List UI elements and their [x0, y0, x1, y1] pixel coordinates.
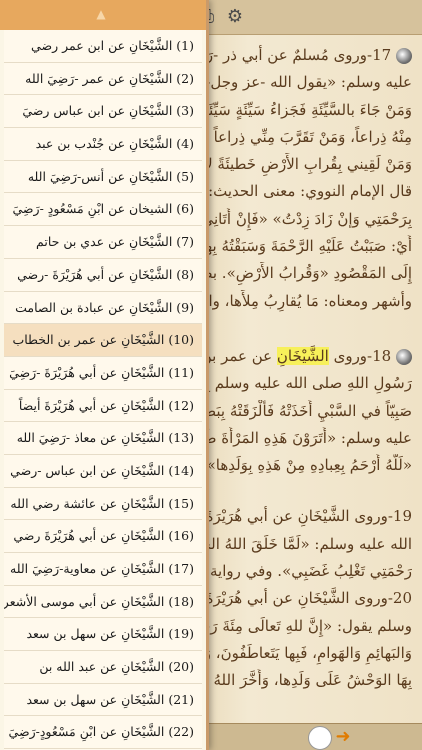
chevron-up-icon[interactable]: ▲	[92, 8, 110, 20]
list-item[interactable]: (11) الشَّيْخَانِ عن أبي هُرَيْرَةَ -رَض…	[4, 357, 202, 390]
list-item[interactable]: (15) الشَّيْخَانِ عن عائشة رضي الله	[4, 488, 202, 521]
list-item-label: (2) الشَّيْخَانِ عن عمر -رَضِيَ الله	[25, 70, 194, 86]
text-line: وأشهر ومعناه: مَا يُقارِبُ مِلأَها، والل…	[190, 291, 412, 310]
hadith-17: 17-وروى مُسلمٌ عن أبي ذر -رَضِ عليه وسلم…	[190, 44, 412, 313]
list-item[interactable]: (17) الشَّيْخَانِ عن معاوية-رَضِيَ الله	[4, 553, 202, 586]
text-line: بِهَا الوَحْشُ عَلَى وَلَدِها، وَأَخَّرَ…	[213, 671, 412, 690]
text-line: «لَلّهُ أَرْحَمُ بِعِبادِهِ مِنْ هَذِهِ …	[201, 456, 412, 475]
list-item[interactable]: (8) الشَّيْخَانِ عن أبي هُرَيْرَةَ -رضي	[4, 259, 202, 292]
list-item[interactable]: (18) الشَّيْخَانِ عن أبي موسى الأشعري	[4, 586, 202, 619]
list-item[interactable]: (20) الشَّيْخَانِ عن عبد الله بن	[4, 651, 202, 684]
text-line: وَالبَهائِمِ وَالهَوامِ، فَبِها يَتَعاطَ…	[190, 643, 412, 662]
text-line: وَمَنْ جَاءَ بالسَّيِّئَةِ فَجَزاءُ سَيِ…	[190, 100, 412, 119]
list-item-label: (10) الشَّيْخَانِ عن عمر بن الخطاب	[12, 332, 194, 348]
list-item-label: (6) الشيخان عن ابْنِ مَسْعُودٍ -رَضِيَ	[12, 201, 194, 217]
arrow-right-icon[interactable]: ➜	[332, 726, 354, 748]
audio-icon[interactable]	[396, 48, 412, 64]
list-item[interactable]: (12) الشَّيْخَانِ عن أبي هُرَيْرَةَ أيضا…	[4, 390, 202, 423]
list-item-label: (5) الشَّيْخَانِ عن أنس-رَضِيَ الله	[27, 168, 194, 184]
list-item[interactable]: (16) الشَّيْخَانِ عن أبي هُرَيْرَةَ رضي	[4, 520, 202, 553]
text-line: رَحْمَتِي تَغْلِبُ غَضَبِي». وفي رواية: …	[190, 562, 412, 581]
list-item-label: (15) الشَّيْخَانِ عن عائشة رضي الله	[10, 495, 194, 511]
list-item-label: (22) الشَّيْخَانِ عن ابْنِ مَسْعُودٍ-رَض…	[8, 724, 194, 740]
list-item-label: (13) الشَّيْخَانِ عن معاذ -رَضِيَ الله	[16, 430, 194, 446]
panel-header: ▲	[0, 0, 206, 30]
list-item-label: (11) الشَّيْخَانِ عن أبي هُرَيْرَةَ -رَض…	[9, 364, 194, 380]
list-item-label: (8) الشَّيْخَانِ عن أبي هُرَيْرَةَ -رضي	[17, 266, 194, 282]
list-item[interactable]: (13) الشَّيْخَانِ عن معاذ -رَضِيَ الله	[4, 422, 202, 455]
list-item-label: (18) الشَّيْخَانِ عن أبي موسى الأشعري	[4, 593, 194, 609]
hadith-19-20: 19-وروى الشَّيْخَانِ عن أبي هُرَيْرَةَ -…	[190, 505, 412, 692]
list-item[interactable]: (10) الشَّيْخَانِ عن عمر بن الخطاب	[4, 324, 202, 357]
text-line: رَسُولِ اللهِ صلى الله عليه وسلم بِسَبْي…	[190, 374, 412, 393]
list-item-label: (4) الشَّيْخَانِ عن جُنْدب بن عبد	[35, 136, 194, 152]
text-line: وَمَنْ لَقِيني بِقُرابِ الأَرْضِ خَطيئَة…	[190, 155, 412, 174]
list-item[interactable]: (4) الشَّيْخَانِ عن جُنْدب بن عبد	[4, 128, 202, 161]
text-line: عليه وسلم: «يقول الله -عز وجل-: مَنْ جَ	[190, 73, 412, 92]
list-item-label: (3) الشَّيْخَانِ عن ابن عباس رضيَ	[22, 103, 194, 119]
list-item[interactable]: (3) الشَّيْخَانِ عن ابن عباس رضيَ	[4, 95, 202, 129]
hadith-list-panel: ▲ (1) الشَّيْخَانِ عن ابن عمر رضي (2) الش…	[0, 0, 209, 750]
list-item[interactable]: (1) الشَّيْخَانِ عن ابن عمر رضي	[4, 30, 202, 63]
list-item-label: (9) الشَّيْخَانِ عن عبادة بن الصامت	[15, 299, 194, 315]
gear-icon[interactable]: ⚙	[224, 6, 246, 28]
text-line: بِرَحْمَتِي وَإنْ زَادَ زِدْتُ» «فَإِنْ …	[190, 209, 412, 228]
reader-bottom-bar: ➜	[190, 723, 422, 750]
text-line-highlighted: 18-وروى الشَّيْخَانِ عن عمر بن ال	[190, 346, 392, 365]
list-item[interactable]: (7) الشَّيْخَانِ عن عدي بن حاتم	[4, 226, 202, 259]
text-line: وسلم يقول: «إِنَّ للهِ تَعالَى مِئَةَ رَ…	[190, 616, 412, 635]
hadith-18: 18-وروى الشَّيْخَانِ عن عمر بن ال رَسُول…	[190, 345, 412, 477]
page-slider-knob[interactable]	[308, 726, 332, 750]
list-item-label: (7) الشَّيْخَانِ عن عدي بن حاتم	[36, 234, 194, 250]
list-item-label: (16) الشَّيْخَانِ عن أبي هُرَيْرَةَ رضي	[13, 528, 194, 544]
hadith-list: (1) الشَّيْخَانِ عن ابن عمر رضي (2) الشَّ…	[4, 30, 202, 750]
list-item[interactable]: (22) الشَّيْخَانِ عن ابْنِ مَسْعُودٍ-رَض…	[4, 716, 202, 750]
hadith-text: 17-وروى مُسلمٌ عن أبي ذر -رَضِ عليه وسلم…	[190, 44, 418, 697]
list-item-label: (17) الشَّيْخَانِ عن معاوية-رَضِيَ الله	[10, 561, 194, 576]
list-item-label: (20) الشَّيْخَانِ عن عبد الله بن	[39, 659, 194, 675]
text-line: عليه وسلم: «أَتَرَوْنَ هَذِهِ المَرْأَةَ…	[190, 428, 412, 447]
text-line: صَبِيّاً في السَّبْيِ أَخَذَتْهُ فَأَلْز…	[190, 401, 412, 420]
list-item[interactable]: (19) الشَّيْخَانِ عن سهل بن سعد	[4, 618, 202, 652]
list-item-label: (19) الشَّيْخَانِ عن سهل بن سعد	[26, 626, 194, 642]
list-item-label: (21) الشَّيْخَانِ عن سهل بن سعد	[26, 691, 194, 707]
text-line: الله عليه وسلم: «لَمَّا خَلَقَ اللهُ الخ…	[190, 534, 412, 553]
list-item-label: (12) الشَّيْخَانِ عن أبي هُرَيْرَةَ أيضا…	[18, 397, 194, 413]
audio-icon[interactable]	[396, 348, 412, 365]
text-line: 19-وروى الشَّيْخَانِ عن أبي هُرَيْرَةَ -…	[190, 507, 412, 526]
list-item[interactable]: (2) الشَّيْخَانِ عن عمر -رَضِيَ الله	[4, 63, 202, 96]
list-item[interactable]: (5) الشَّيْخَانِ عن أنس-رَضِيَ الله	[4, 161, 202, 194]
text-line: 20-وروى الشَّيْخَانِ عن أبي هُرَيْرَةَ أ…	[190, 589, 412, 608]
text-line: إِلَى المَقْصُودِ «وَقُرابُ الأَرْضِ». ب…	[190, 264, 412, 283]
list-item[interactable]: (21) الشَّيْخَانِ عن سهل بن سعد	[4, 684, 202, 717]
text-line: مِنْهُ ذِراعاً، وَمَنْ تَقَرَّبَ مِنِّي …	[190, 127, 412, 146]
text-line: أَيْ: صَبَبْتُ عَلَيْهِ الرَّحْمَةَ وَسَ…	[190, 237, 412, 256]
reader-toolbar: ⎙ ⚙	[190, 0, 422, 35]
list-item[interactable]: (14) الشَّيْخَانِ عن ابن عباس -رضي	[4, 455, 202, 488]
text-line: قال الإمام النووي: معنى الحديث: «مَنْ	[190, 182, 412, 201]
list-item[interactable]: (6) الشيخان عن ابْنِ مَسْعُودٍ -رَضِيَ	[4, 193, 202, 227]
list-item-label: (1) الشَّيْخَانِ عن ابن عمر رضي	[31, 38, 194, 53]
list-item-label: (14) الشَّيْخَانِ عن ابن عباس -رضي	[10, 462, 194, 478]
search-highlight: الشَّيْخَانِ	[276, 346, 329, 365]
text-line: 17-وروى مُسلمٌ عن أبي ذر -رَضِ	[190, 46, 392, 64]
list-item[interactable]: (9) الشَّيْخَانِ عن عبادة بن الصامت	[4, 292, 202, 325]
reader-pane: ⎙ ⚙ 17-وروى مُسلمٌ عن أبي ذر -رَضِ عليه …	[190, 0, 422, 750]
